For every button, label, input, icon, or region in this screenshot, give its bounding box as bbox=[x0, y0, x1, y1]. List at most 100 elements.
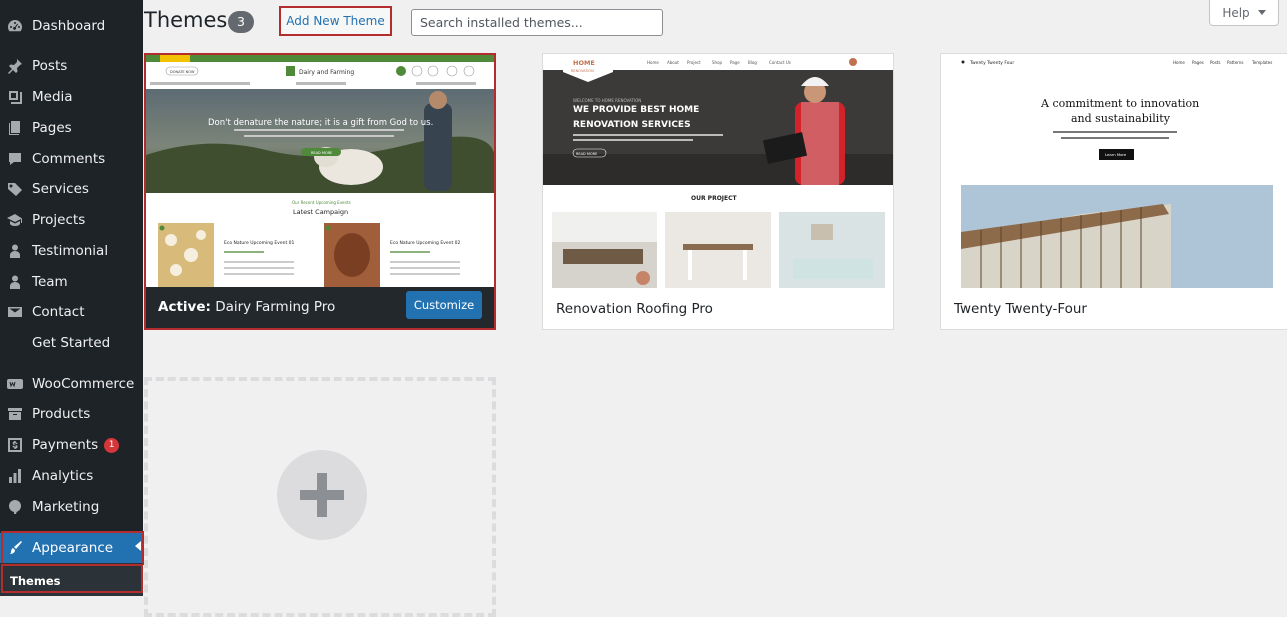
theme-count-badge: 3 bbox=[228, 11, 254, 33]
headline-line-1: A commitment to innovation bbox=[1040, 97, 1199, 110]
megaphone-icon bbox=[7, 499, 23, 515]
theme-screenshot[interactable]: Twenty Twenty Four Home Pages Posts Patt… bbox=[941, 54, 1287, 288]
chevron-down-icon bbox=[1257, 10, 1266, 15]
site-nav-item: Home bbox=[647, 60, 659, 65]
user-icon bbox=[7, 274, 23, 290]
sidebar-item-pages[interactable]: Pages bbox=[0, 114, 143, 142]
sidebar-item-label: Services bbox=[32, 181, 89, 197]
sidebar-item-label: Get Started bbox=[32, 335, 111, 351]
sidebar-item-payments[interactable]: Payments 1 bbox=[0, 431, 143, 459]
mail-icon bbox=[7, 304, 23, 320]
donate-button-text: DONATE NOW bbox=[170, 70, 195, 74]
dashboard-icon bbox=[7, 18, 23, 34]
sidebar-item-label: Products bbox=[32, 406, 91, 422]
sidebar-item-testimonial[interactable]: Testimonial bbox=[0, 237, 143, 265]
theme-screenshot[interactable]: Home About Project Shop Page Blog Contact Us H… bbox=[543, 54, 893, 288]
sidebar-item-team[interactable]: Team bbox=[0, 268, 143, 296]
site-nav-item: Shop bbox=[712, 60, 723, 65]
search-themes-input[interactable] bbox=[411, 9, 663, 36]
brand-text: Dairy and Farming bbox=[299, 69, 354, 76]
pin-icon bbox=[7, 58, 23, 74]
help-tab-button[interactable]: Help bbox=[1209, 0, 1279, 26]
section-title-text: Latest Campaign bbox=[293, 208, 348, 216]
nav-templates: Templates bbox=[1251, 60, 1272, 65]
events-kicker-text: Our Recent Upcoming Events bbox=[292, 200, 351, 205]
themes-highlight-box bbox=[1, 564, 143, 593]
customize-button[interactable]: Customize bbox=[406, 291, 482, 319]
media-icon bbox=[7, 89, 23, 105]
section-title: OUR PROJECT bbox=[691, 195, 738, 202]
graduation-cap-icon bbox=[7, 212, 23, 228]
nav-home: Home bbox=[1173, 60, 1185, 65]
sidebar-item-label: Dashboard bbox=[32, 18, 106, 34]
help-label: Help bbox=[1222, 5, 1250, 20]
site-nav-item: Page bbox=[730, 60, 740, 65]
site-nav-item: About bbox=[667, 60, 679, 65]
sidebar-item-comments[interactable]: Comments bbox=[0, 145, 143, 173]
sidebar-item-label: Posts bbox=[32, 58, 68, 74]
add-new-theme-button[interactable]: Add New Theme bbox=[279, 6, 392, 36]
admin-sidebar: Dashboard Posts Media Pages Comments Ser… bbox=[0, 0, 144, 596]
sidebar-item-label: Testimonial bbox=[32, 243, 109, 259]
sidebar-item-contact[interactable]: Contact bbox=[0, 298, 143, 326]
event-1-title: Eco Nature Upcoming Event 01 bbox=[224, 240, 295, 246]
site-nav-item: Contact Us bbox=[769, 60, 791, 65]
add-theme-circle[interactable] bbox=[277, 450, 367, 540]
hero-headline-2: RENOVATION SERVICES bbox=[573, 120, 691, 130]
sidebar-item-projects[interactable]: Projects bbox=[0, 206, 143, 234]
sidebar-item-woocommerce[interactable]: WooCommerce bbox=[0, 370, 143, 398]
sidebar-item-label: Payments bbox=[32, 437, 99, 453]
page-title: Themes bbox=[144, 8, 228, 32]
nav-posts: Posts bbox=[1210, 60, 1220, 65]
sidebar-item-analytics[interactable]: Analytics bbox=[0, 462, 143, 490]
sidebar-item-dashboard[interactable]: Dashboard bbox=[0, 12, 143, 40]
sidebar-item-posts[interactable]: Posts bbox=[0, 52, 143, 80]
theme-name: Renovation Roofing Pro bbox=[556, 301, 713, 317]
pages-icon bbox=[7, 120, 23, 136]
user-icon bbox=[7, 243, 23, 259]
sidebar-item-label: WooCommerce bbox=[32, 376, 135, 392]
sidebar-item-label: Comments bbox=[32, 151, 106, 167]
theme-card-dairy-farming-pro[interactable]: DONATE NOW Dairy and Farming Don't denat… bbox=[144, 53, 496, 330]
sidebar-item-media[interactable]: Media bbox=[0, 83, 143, 111]
site-nav-item: Project bbox=[687, 60, 701, 65]
sidebar-item-label: Contact bbox=[32, 304, 85, 320]
theme-screenshot[interactable]: DONATE NOW Dairy and Farming Don't denat… bbox=[146, 55, 494, 289]
sidebar-item-marketing[interactable]: Marketing bbox=[0, 493, 143, 521]
active-label: Active: bbox=[158, 299, 211, 315]
archive-icon bbox=[7, 406, 23, 422]
theme-name: Twenty Twenty-Four bbox=[954, 301, 1087, 317]
notification-badge: 1 bbox=[104, 437, 120, 453]
site-nav: Home About Project Shop Page Blog Contact Us bbox=[647, 60, 791, 65]
hero-headline-1: WE PROVIDE BEST HOME bbox=[573, 105, 699, 115]
sidebar-item-get-started[interactable]: Get Started bbox=[0, 329, 143, 357]
logo-line-2: RENOVATION bbox=[571, 69, 594, 73]
theme-card-renovation-roofing-pro[interactable]: Home About Project Shop Page Blog Contact Us H… bbox=[542, 53, 894, 330]
dollar-icon bbox=[7, 437, 23, 453]
sidebar-item-label: Marketing bbox=[32, 499, 100, 515]
site-title: Twenty Twenty Four bbox=[969, 60, 1014, 66]
woo-icon bbox=[7, 376, 23, 392]
bar-chart-icon bbox=[7, 468, 23, 484]
read-more-text: READ MORE bbox=[311, 151, 332, 155]
hero-kicker: WELCOME TO HOME RENOVATION bbox=[573, 98, 641, 103]
sidebar-item-label: Projects bbox=[32, 212, 86, 228]
tag-icon bbox=[7, 181, 23, 197]
read-more-text: READ MORE bbox=[576, 152, 597, 156]
site-nav-item: Blog bbox=[748, 60, 757, 65]
sidebar-item-products[interactable]: Products bbox=[0, 400, 143, 428]
add-new-theme-tile[interactable] bbox=[144, 377, 496, 617]
appearance-highlight-box bbox=[1, 531, 144, 565]
hero-text: Don't denature the nature; it is a gift … bbox=[208, 118, 433, 128]
nav-patterns: Patterns bbox=[1227, 60, 1243, 65]
nav-pages: Pages bbox=[1192, 60, 1204, 65]
active-theme-name: Active: Dairy Farming Pro bbox=[158, 299, 335, 315]
theme-preview-image: DONATE NOW Dairy and Farming Don't denat… bbox=[146, 55, 494, 289]
theme-preview-image: Home About Project Shop Page Blog Contact Us H… bbox=[543, 54, 893, 288]
event-2-title: Eco Nature Upcoming Event 02 bbox=[390, 240, 461, 246]
sidebar-item-services[interactable]: Services bbox=[0, 175, 143, 203]
learn-more-button: Learn More bbox=[1105, 152, 1127, 157]
sidebar-item-label: Analytics bbox=[32, 468, 94, 484]
plus-icon bbox=[300, 473, 344, 517]
theme-card-twenty-twenty-four[interactable]: Twenty Twenty Four Home Pages Posts Patt… bbox=[940, 53, 1287, 330]
